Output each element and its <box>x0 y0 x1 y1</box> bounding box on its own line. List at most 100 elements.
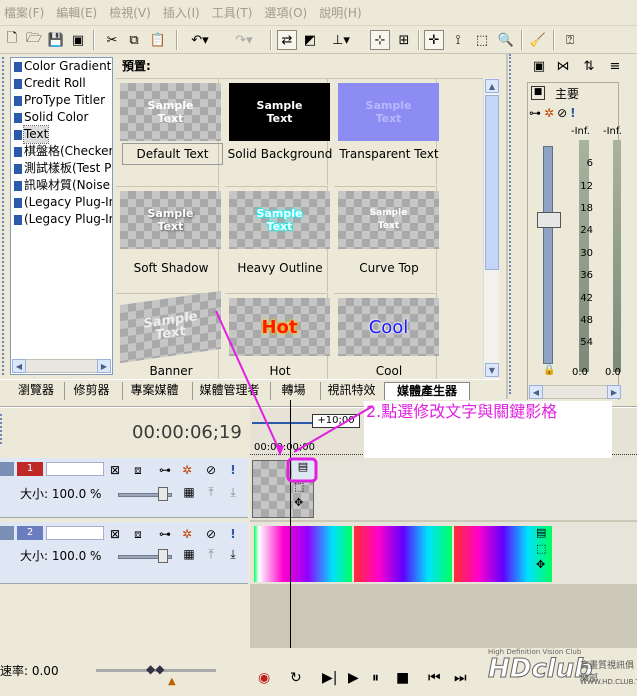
selection-tool-icon[interactable]: ⬚ <box>472 30 492 50</box>
menu-edit[interactable]: 編輯(E) <box>52 4 105 21</box>
cut-icon[interactable]: ✂ <box>102 30 122 50</box>
new-file-icon[interactable]: 🗋 <box>2 30 22 50</box>
list-item[interactable]: Color Gradient <box>11 58 112 75</box>
parent-compositing-icon[interactable]: ⧈ <box>131 463 145 477</box>
track-collapse-icon[interactable] <box>0 462 14 476</box>
mute-icon[interactable]: ⊘ <box>557 106 567 120</box>
help-pointer-icon[interactable]: ⍰ <box>560 30 580 50</box>
normal-edit-tool-icon[interactable]: ✛ <box>424 30 444 50</box>
loop-icon[interactable]: ↻ <box>290 670 302 686</box>
track-motion-icon[interactable]: ⊶ <box>158 527 172 541</box>
event-motion-icon[interactable]: ✥ <box>294 496 303 509</box>
preset-soft-shadow[interactable]: Sample Text Soft Shadow <box>116 186 221 292</box>
event-fx-icon[interactable]: ▤ <box>292 460 314 480</box>
go-to-start-icon[interactable]: ⏮ <box>428 670 441 686</box>
playhead-cursor[interactable] <box>290 400 291 648</box>
copy-icon[interactable]: ⧉ <box>124 30 144 50</box>
parent-compositing-icon[interactable]: ⧈ <box>131 527 145 541</box>
keyframe-icon[interactable]: ▦ <box>182 485 196 499</box>
move-up-icon[interactable]: ⤒ <box>204 547 218 561</box>
envelope-icon[interactable]: ◩ <box>300 30 320 50</box>
tab-transitions[interactable]: 轉場 <box>270 382 316 400</box>
lock-icon[interactable]: 🔒 <box>543 365 555 376</box>
track-name-input[interactable] <box>46 462 104 476</box>
mute-icon[interactable]: ⊘ <box>204 527 218 541</box>
list-item[interactable]: Credit Roll <box>11 75 112 92</box>
slider-knob[interactable] <box>158 549 168 563</box>
menu-options[interactable]: 選項(O) <box>260 4 315 21</box>
zoom-tool-icon[interactable]: 🔍 <box>496 30 516 50</box>
composite-mode-icon[interactable]: ⊠ <box>108 527 122 541</box>
menu-file[interactable]: 檔案(F) <box>0 4 52 21</box>
snap-icon[interactable]: ⊥▾ <box>325 30 357 50</box>
paste-icon[interactable]: 📋 <box>148 30 168 50</box>
tab-project-media[interactable]: 專案媒體 <box>122 382 186 400</box>
move-down-icon[interactable]: ⤓ <box>226 547 240 561</box>
menu-help[interactable]: 說明(H) <box>315 4 369 21</box>
menu-insert[interactable]: 插入(I) <box>159 4 208 21</box>
panel-grip[interactable] <box>0 414 6 444</box>
go-to-end-icon[interactable]: ⏭ <box>454 670 467 686</box>
track-header-2[interactable]: 2 ⊠ ⧈ ⊶ ✲ ⊘ ! 大小: 100.0 % ▦ ⤒ ⤓ <box>0 522 248 584</box>
scroll-down-icon[interactable]: ▼ <box>485 363 499 377</box>
preset-banner[interactable]: Sample Text Banner <box>116 290 221 383</box>
track-area[interactable]: ▤ ⬚ ✥ ▤ ⬚ ✥ <box>250 400 637 662</box>
fx-chain-icon[interactable]: ⊶ <box>529 106 541 120</box>
track-name-input[interactable] <box>46 526 104 540</box>
stop-icon[interactable]: ■ <box>396 670 409 686</box>
event-pan-crop-icon[interactable]: ⬚ <box>294 480 304 493</box>
list-item[interactable]: 測試樣板(Test P <box>11 160 112 177</box>
preset-transparent-text[interactable]: Sample Text Transparent Text <box>334 79 439 185</box>
tab-trimmer[interactable]: 修剪器 <box>64 382 118 400</box>
pause-icon[interactable]: ⏸ <box>372 670 379 686</box>
broom-icon[interactable]: 🧹 <box>528 30 548 50</box>
solo-icon[interactable]: ! <box>226 463 240 477</box>
preset-vscrollbar[interactable]: ▲ ▼ <box>483 78 499 379</box>
undo-icon[interactable]: ↶▾ <box>184 30 216 50</box>
preset-curve-top[interactable]: Sample Text Curve Top <box>334 186 439 292</box>
move-down-icon[interactable]: ⤓ <box>226 485 240 499</box>
mute-icon[interactable]: ⊘ <box>204 463 218 477</box>
properties-icon[interactable]: ▣ <box>68 30 88 50</box>
preset-heavy-outline[interactable]: Sample Text Heavy Outline <box>225 186 330 292</box>
tab-video-fx[interactable]: 視訊特效 <box>320 382 382 400</box>
solo-icon[interactable]: ! <box>226 527 240 541</box>
scroll-right-icon[interactable]: ▶ <box>97 359 111 373</box>
lock-envelopes-icon[interactable]: ⊞ <box>394 30 414 50</box>
downmix-icon[interactable]: ⋈ <box>553 56 573 76</box>
scroll-thumb[interactable] <box>485 95 499 270</box>
event-fx-icon[interactable]: ▤ <box>536 526 546 539</box>
mixer-menu-icon[interactable]: ≡ <box>605 56 625 76</box>
track-collapse-icon[interactable] <box>0 526 14 540</box>
play-from-start-icon[interactable]: ▶︎| <box>322 670 337 686</box>
redo-icon[interactable]: ↷▾ <box>228 30 260 50</box>
track-fx-icon[interactable]: ✲ <box>180 463 194 477</box>
tab-explorer[interactable]: 瀏覽器 <box>10 382 62 400</box>
panel-grip[interactable] <box>2 57 8 375</box>
preset-default-text[interactable]: Sample Text Default Text <box>116 79 223 185</box>
empty-track-area[interactable] <box>250 586 637 642</box>
color-gradient-event-2[interactable] <box>354 526 452 582</box>
tab-media-manager[interactable]: 媒體管理者 <box>192 382 266 400</box>
menu-view[interactable]: 檢視(V) <box>105 4 159 21</box>
list-item[interactable]: ProType Titler <box>11 92 112 109</box>
envelope-edit-tool-icon[interactable]: ⟟ <box>448 30 468 50</box>
play-icon[interactable]: ▶ <box>348 670 359 686</box>
preset-cool[interactable]: Cool Cool <box>334 293 439 383</box>
save-icon[interactable]: 💾 <box>46 30 66 50</box>
track-fx-icon[interactable]: ✲ <box>180 527 194 541</box>
event-motion-icon[interactable]: ✥ <box>536 558 545 571</box>
solo-icon[interactable]: ! <box>570 106 575 120</box>
event-pan-crop-icon[interactable]: ⬚ <box>536 542 546 555</box>
fader-knob[interactable] <box>537 212 561 228</box>
record-icon[interactable]: ◉ <box>258 670 270 686</box>
mixer-properties-icon[interactable]: ▣ <box>529 56 549 76</box>
track-motion-icon[interactable]: ⊶ <box>158 463 172 477</box>
color-gradient-event-1[interactable] <box>254 526 352 582</box>
list-item[interactable]: 訊噪材質(Noise <box>11 177 112 194</box>
track-header-1[interactable]: 1 ⊠ ⧈ ⊶ ✲ ⊘ ! 大小: 100.0 % ▦ ⤒ ⤓ <box>0 458 248 518</box>
move-up-icon[interactable]: ⤒ <box>204 485 218 499</box>
panel-grip[interactable] <box>509 54 513 394</box>
panel-divider[interactable] <box>506 54 508 399</box>
tab-media-generators[interactable]: 媒體產生器 <box>384 382 470 400</box>
